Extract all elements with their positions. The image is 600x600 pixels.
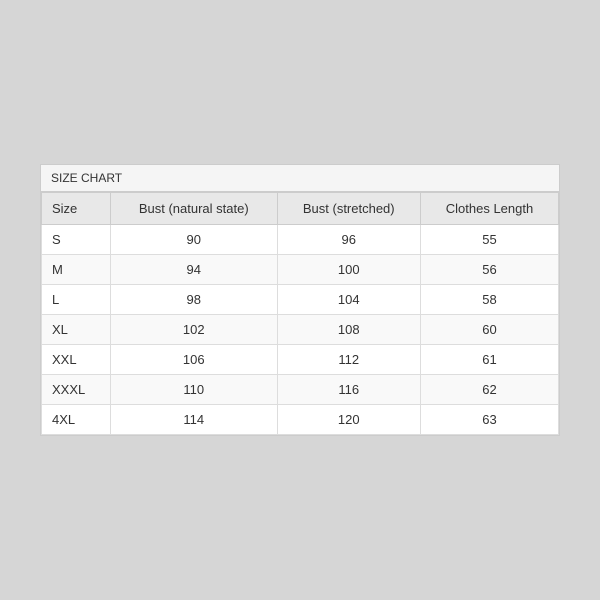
cell-bust_stretched: 104 <box>277 285 420 315</box>
table-row: 4XL11412063 <box>42 405 559 435</box>
cell-bust_natural: 90 <box>111 225 277 255</box>
cell-clothes_length: 63 <box>420 405 558 435</box>
table-header-row: Size Bust (natural state) Bust (stretche… <box>42 193 559 225</box>
cell-size: XL <box>42 315 111 345</box>
table-row: XL10210860 <box>42 315 559 345</box>
cell-clothes_length: 62 <box>420 375 558 405</box>
cell-bust_stretched: 116 <box>277 375 420 405</box>
cell-size: 4XL <box>42 405 111 435</box>
table-row: M9410056 <box>42 255 559 285</box>
cell-size: S <box>42 225 111 255</box>
table-title: SIZE CHART <box>41 165 559 192</box>
size-chart-table: Size Bust (natural state) Bust (stretche… <box>41 192 559 435</box>
cell-bust_natural: 94 <box>111 255 277 285</box>
table-row: XXL10611261 <box>42 345 559 375</box>
cell-bust_stretched: 120 <box>277 405 420 435</box>
cell-bust_stretched: 112 <box>277 345 420 375</box>
col-header-bust-natural: Bust (natural state) <box>111 193 277 225</box>
cell-clothes_length: 56 <box>420 255 558 285</box>
col-header-size: Size <box>42 193 111 225</box>
cell-bust_natural: 98 <box>111 285 277 315</box>
cell-size: M <box>42 255 111 285</box>
cell-bust_stretched: 100 <box>277 255 420 285</box>
cell-size: XXXL <box>42 375 111 405</box>
table-body: S909655M9410056L9810458XL10210860XXL1061… <box>42 225 559 435</box>
cell-size: XXL <box>42 345 111 375</box>
cell-clothes_length: 61 <box>420 345 558 375</box>
cell-bust_natural: 106 <box>111 345 277 375</box>
size-chart-container: SIZE CHART Size Bust (natural state) Bus… <box>40 164 560 436</box>
cell-clothes_length: 55 <box>420 225 558 255</box>
cell-bust_stretched: 108 <box>277 315 420 345</box>
cell-bust_natural: 102 <box>111 315 277 345</box>
cell-bust_natural: 110 <box>111 375 277 405</box>
col-header-clothes-length: Clothes Length <box>420 193 558 225</box>
cell-clothes_length: 58 <box>420 285 558 315</box>
table-row: XXXL11011662 <box>42 375 559 405</box>
cell-size: L <box>42 285 111 315</box>
cell-bust_stretched: 96 <box>277 225 420 255</box>
cell-bust_natural: 114 <box>111 405 277 435</box>
col-header-bust-stretched: Bust (stretched) <box>277 193 420 225</box>
table-row: L9810458 <box>42 285 559 315</box>
table-row: S909655 <box>42 225 559 255</box>
cell-clothes_length: 60 <box>420 315 558 345</box>
